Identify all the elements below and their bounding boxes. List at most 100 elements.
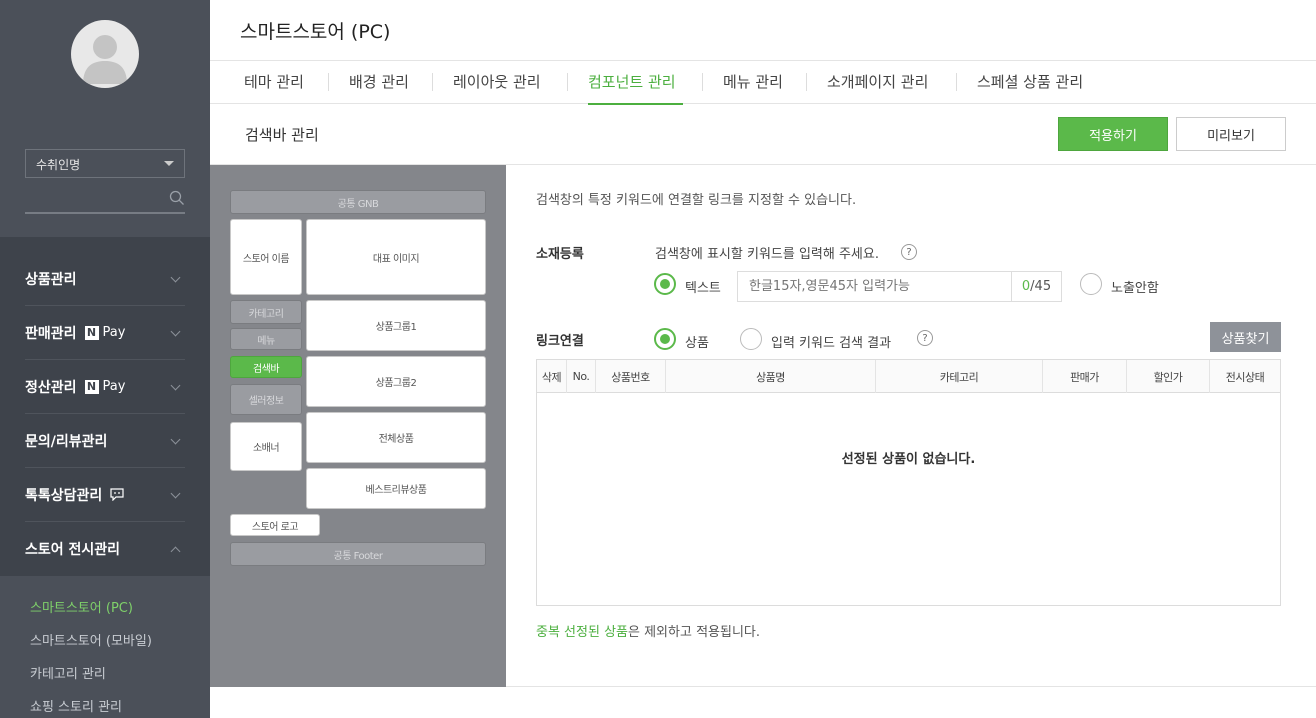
layout-searchbar[interactable]: 검색바 xyxy=(230,356,302,378)
preview-button[interactable]: 미리보기 xyxy=(1176,117,1286,151)
layout-preview-panel: 공통 GNB 스토어 이름 대표 이미지 카테고리 메뉴 검색바 셀러정보 소배… xyxy=(210,165,506,687)
sidebar-search-input[interactable] xyxy=(25,188,185,214)
search-result-radio-label: 입력 키워드 검색 결과 xyxy=(771,336,892,351)
sidebar-item-inquiry[interactable]: 문의/리뷰관리 xyxy=(25,414,185,468)
tab-divider xyxy=(432,73,433,91)
tab-layout[interactable]: 레이아웃 관리 xyxy=(453,71,541,92)
sidebar: 수취인명 상품관리 판매관리 NPay 정산관리 NPay 문의/리뷰관리 xyxy=(0,0,210,718)
tab-divider xyxy=(806,73,807,91)
sidebar-item-label: 문의/리뷰관리 xyxy=(25,433,108,450)
description-text: 검색창의 특정 키워드에 연결할 링크를 지정할 수 있습니다. xyxy=(536,193,857,208)
chevron-up-icon xyxy=(170,546,181,557)
note-text: 은 제외하고 적용됩니다. xyxy=(628,625,760,640)
section-title: 검색바 관리 xyxy=(245,126,319,144)
submenu-item-category[interactable]: 카테고리 관리 xyxy=(30,663,106,682)
layout-product-group-1[interactable]: 상품그룹1 xyxy=(306,300,486,351)
table-header: 삭제 No. 상품번호 상품명 카테고리 판매가 할인가 전시상태 xyxy=(537,360,1280,393)
layout-gnb[interactable]: 공통 GNB xyxy=(230,190,486,214)
layout-category[interactable]: 카테고리 xyxy=(230,300,302,324)
tab-bar: 테마 관리 배경 관리 레이아웃 관리 컴포넌트 관리 메뉴 관리 소개페이지 … xyxy=(210,60,1316,105)
layout-store-name[interactable]: 스토어 이름 xyxy=(230,219,302,295)
layout-best-review[interactable]: 베스트리뷰상품 xyxy=(306,468,486,509)
sidebar-submenu: 스마트스토어 (PC) 스마트스토어 (모바일) 카테고리 관리 쇼핑 스토리 … xyxy=(0,576,210,718)
sidebar-profile: 수취인명 xyxy=(0,0,210,237)
char-count-max: /45 xyxy=(1030,279,1052,294)
char-count-current: 0 xyxy=(1021,279,1031,294)
chat-bubble-icon xyxy=(110,488,124,501)
sidebar-item-label: 스토어 전시관리 xyxy=(25,542,121,558)
column-header: 상품번호 xyxy=(596,360,666,393)
sidebar-item-label: 상품관리 xyxy=(25,271,77,288)
tab-intro-page[interactable]: 소개페이지 관리 xyxy=(827,71,928,92)
layout-product-group-2[interactable]: 상품그룹2 xyxy=(306,356,486,407)
store-select[interactable]: 수취인명 xyxy=(25,149,185,178)
chevron-down-icon xyxy=(170,434,181,445)
tab-theme[interactable]: 테마 관리 xyxy=(244,71,304,92)
submenu-item-pc[interactable]: 스마트스토어 (PC) xyxy=(30,597,133,616)
tab-background[interactable]: 배경 관리 xyxy=(349,71,409,92)
sidebar-item-sales[interactable]: 판매관리 N Pay xyxy=(25,306,185,360)
layout-store-logo[interactable]: 스토어 로고 xyxy=(230,514,320,536)
hide-radio[interactable] xyxy=(1080,273,1102,295)
note-highlight: 중복 선정된 상품 xyxy=(536,625,628,640)
tab-divider xyxy=(328,73,329,91)
help-icon[interactable]: ? xyxy=(901,244,917,260)
chevron-down-icon xyxy=(170,272,181,283)
sidebar-item-label: 판매관리 xyxy=(25,325,77,342)
apply-button[interactable]: 적용하기 xyxy=(1058,117,1168,151)
chevron-down-icon xyxy=(170,326,181,337)
sidebar-item-store-display[interactable]: 스토어 전시관리 xyxy=(25,522,185,576)
text-radio[interactable] xyxy=(654,273,676,295)
layout-small-banner[interactable]: 소배너 xyxy=(230,422,302,471)
search-icon[interactable] xyxy=(169,190,185,206)
layout-main-image[interactable]: 대표 이미지 xyxy=(306,219,486,295)
npay-badge: N Pay xyxy=(84,325,125,340)
tab-divider xyxy=(702,73,703,91)
naver-n-icon: N xyxy=(84,379,99,394)
sidebar-item-product[interactable]: 상품관리 xyxy=(25,252,185,306)
divider xyxy=(506,686,1316,687)
empty-message: 선정된 상품이 없습니다. xyxy=(841,452,976,467)
chevron-down-icon xyxy=(170,488,181,499)
product-radio[interactable] xyxy=(654,328,676,350)
sidebar-item-label: 톡톡상담관리 xyxy=(25,487,103,504)
layout-footer[interactable]: 공통 Footer xyxy=(230,542,486,566)
npay-badge: N Pay xyxy=(84,379,125,394)
submenu-item-shopping-story[interactable]: 쇼핑 스토리 관리 xyxy=(30,696,122,715)
tab-menu[interactable]: 메뉴 관리 xyxy=(723,71,783,92)
tab-special-product[interactable]: 스페셜 상품 관리 xyxy=(977,71,1083,92)
text-radio-label: 텍스트 xyxy=(685,281,721,296)
search-result-radio[interactable] xyxy=(740,328,762,350)
column-header: 삭제 xyxy=(537,360,567,393)
column-header: 판매가 xyxy=(1043,360,1127,393)
layout-all-products[interactable]: 전체상품 xyxy=(306,412,486,463)
column-header: No. xyxy=(567,360,596,393)
submenu-item-mobile[interactable]: 스마트스토어 (모바일) xyxy=(30,630,152,649)
keyword-input[interactable] xyxy=(737,271,1012,302)
page-title: 스마트스토어 (PC) xyxy=(240,21,391,43)
column-header: 카테고리 xyxy=(876,360,1043,393)
material-label: 소재등록 xyxy=(536,247,584,262)
active-tab-indicator xyxy=(588,103,683,105)
link-label: 링크연결 xyxy=(536,334,584,349)
sidebar-item-settlement[interactable]: 정산관리 N Pay xyxy=(25,360,185,414)
help-icon[interactable]: ? xyxy=(917,330,933,346)
duplicate-note: 중복 선정된 상품은 제외하고 적용됩니다. xyxy=(536,621,760,640)
user-icon xyxy=(83,35,127,84)
sidebar-item-label: 정산관리 xyxy=(25,379,77,396)
tab-divider xyxy=(567,73,568,91)
keyword-hint: 검색창에 표시할 키워드를 입력해 주세요. xyxy=(655,247,879,262)
product-table: 삭제 No. 상품번호 상품명 카테고리 판매가 할인가 전시상태 선정된 상품… xyxy=(536,359,1281,606)
chevron-down-icon xyxy=(170,380,181,391)
hide-radio-label: 노출안함 xyxy=(1111,281,1159,296)
layout-menu[interactable]: 메뉴 xyxy=(230,328,302,350)
store-select-value: 수취인명 xyxy=(36,158,81,172)
column-header: 상품명 xyxy=(666,360,876,393)
keyword-char-count: 0/45 xyxy=(1011,271,1062,302)
sidebar-item-talktalk[interactable]: 톡톡상담관리 xyxy=(25,468,185,522)
tab-divider xyxy=(956,73,957,91)
tab-component[interactable]: 컴포넌트 관리 xyxy=(588,71,676,92)
avatar[interactable] xyxy=(71,20,139,88)
find-product-button[interactable]: 상품찾기 xyxy=(1210,322,1281,352)
layout-seller-info[interactable]: 셀러정보 xyxy=(230,384,302,415)
